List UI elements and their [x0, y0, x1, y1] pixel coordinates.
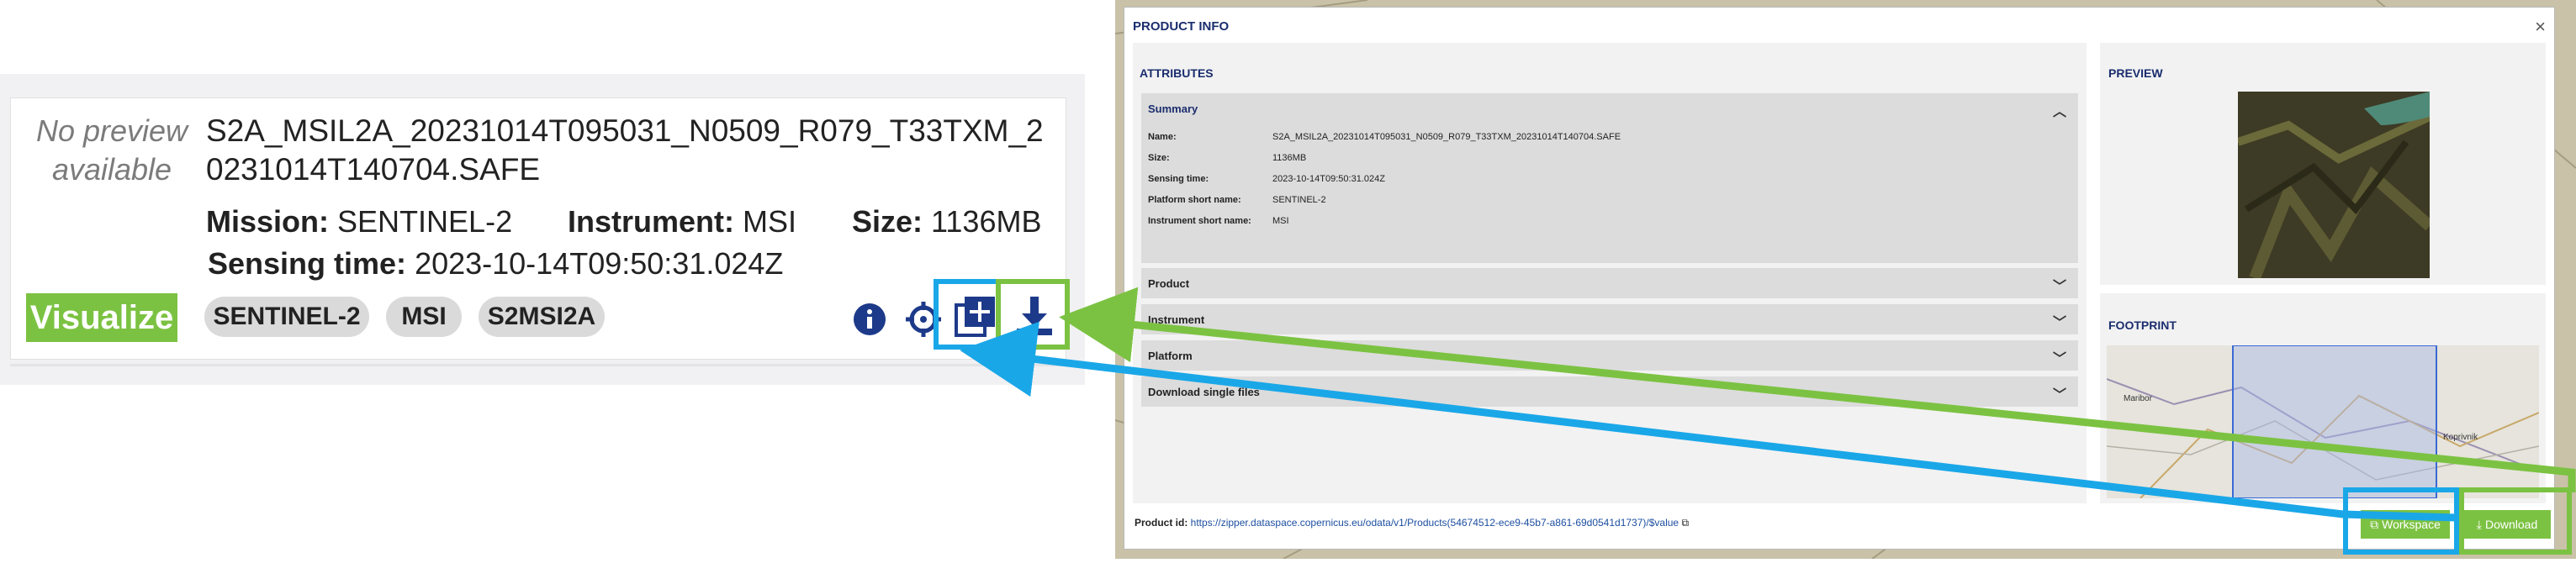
highlight-box-workspace-button	[2343, 487, 2459, 555]
product-id-row: Product id: https://zipper.dataspace.cop…	[1135, 517, 1689, 529]
visualize-button[interactable]: Visualize	[26, 293, 177, 342]
size-field: Size: 1136MB	[852, 204, 1041, 239]
attributes-title: ATTRIBUTES	[1140, 66, 1214, 80]
size-value: 1136MB	[931, 204, 1042, 239]
summary-content: Name: S2A_MSIL2A_20231014T095031_N0509_R0…	[1141, 124, 2078, 263]
preview-title: PREVIEW	[2108, 66, 2163, 80]
product-card: No preview available S2A_MSIL2A_20231014…	[10, 97, 1066, 360]
accordion-product[interactable]: Product ﹀	[1141, 268, 2078, 298]
accordion-summary[interactable]: Summary ︿	[1141, 93, 2078, 124]
modal-title: PRODUCT INFO	[1133, 19, 1230, 34]
accordion-platform[interactable]: Platform ﹀	[1141, 340, 2078, 371]
product-info-modal: PRODUCT INFO × ATTRIBUTES Summary ︿ Name…	[1124, 7, 2555, 550]
product-id-link[interactable]: https://zipper.dataspace.copernicus.eu/o…	[1191, 517, 1679, 529]
sensing-time-field: Sensing time: 2023-10-14T09:50:31.024Z	[208, 246, 783, 282]
card-divider	[10, 364, 1065, 366]
highlight-box-download-button	[2459, 487, 2572, 555]
no-preview-placeholder: No preview available	[35, 113, 188, 187]
attributes-panel: ATTRIBUTES Summary ︿ Name: S2A_MSIL2A_202…	[1133, 43, 2087, 503]
product-list-panel: No preview available S2A_MSIL2A_20231014…	[0, 74, 1085, 385]
footprint-title: FOOTPRINT	[2108, 318, 2177, 332]
highlight-box-workspace-icon	[934, 279, 1001, 350]
chevron-down-icon: ﹀	[2052, 316, 2066, 330]
map-label: Maribor	[2124, 394, 2153, 403]
summary-row: Sensing time: 2023-10-14T09:50:31.024Z	[1148, 174, 1385, 184]
map-label: Koprivnik	[2443, 433, 2478, 442]
sensing-time-value: 2023-10-14T09:50:31.024Z	[415, 246, 784, 281]
tag-product-type: S2MSI2A	[479, 297, 605, 337]
instrument-label: Instrument:	[568, 204, 734, 239]
footprint-map[interactable]: Maribor Koprivnik	[2107, 345, 2539, 498]
preview-image	[2238, 92, 2430, 278]
close-icon[interactable]: ×	[2535, 16, 2546, 38]
mission-field: Mission: SENTINEL-2	[206, 204, 512, 239]
summary-row: Platform short name: SENTINEL-2	[1148, 195, 1326, 205]
chevron-up-icon: ︿	[2052, 105, 2066, 119]
preview-panel: PREVIEW	[2100, 43, 2546, 285]
accordion-download-single-files[interactable]: Download single files ﹀	[1141, 376, 2078, 407]
mission-value: SENTINEL-2	[337, 204, 513, 239]
product-id-label: Product id:	[1135, 517, 1188, 529]
summary-row: Size: 1136MB	[1148, 153, 1307, 163]
chevron-down-icon: ﹀	[2052, 280, 2066, 294]
instrument-field: Instrument: MSI	[568, 204, 796, 239]
tag-instrument: MSI	[386, 297, 462, 337]
copy-icon[interactable]: ⧉	[1681, 517, 1689, 529]
tag-mission: SENTINEL-2	[204, 297, 369, 337]
accordion-summary-label: Summary	[1148, 103, 1198, 115]
chevron-down-icon: ﹀	[2052, 352, 2066, 366]
size-label: Size:	[852, 204, 923, 239]
chevron-down-icon: ﹀	[2052, 388, 2066, 403]
mission-label: Mission:	[206, 204, 330, 239]
summary-row: Name: S2A_MSIL2A_20231014T095031_N0509_R0…	[1148, 132, 1621, 142]
highlight-box-download-icon	[996, 279, 1070, 350]
instrument-value: MSI	[743, 204, 797, 239]
footprint-panel: FOOTPRINT Maribor Koprivnik	[2100, 293, 2546, 503]
product-name: S2A_MSIL2A_20231014T095031_N0509_R079_T3…	[206, 113, 1044, 187]
info-icon[interactable]	[852, 302, 887, 337]
summary-row: Instrument short name: MSI	[1148, 216, 1289, 226]
accordion-instrument[interactable]: Instrument ﹀	[1141, 304, 2078, 334]
sensing-time-label: Sensing time:	[208, 246, 407, 281]
